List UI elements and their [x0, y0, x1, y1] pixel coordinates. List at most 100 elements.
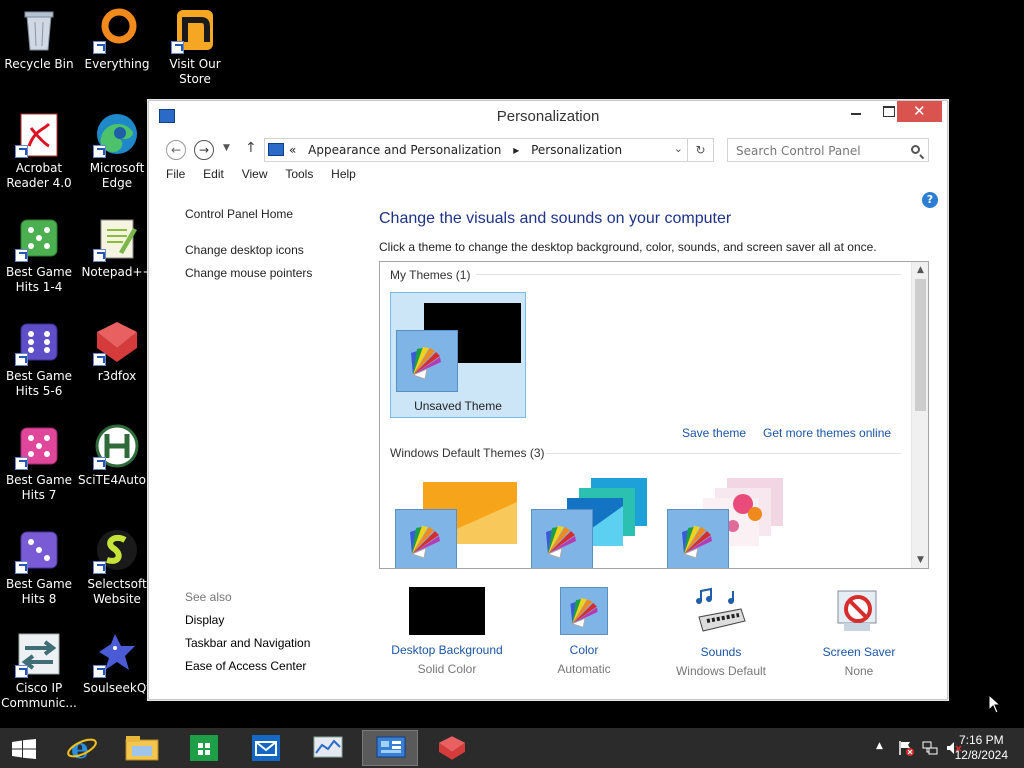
unsaved-theme-tile[interactable]: Unsaved Theme: [390, 292, 526, 418]
theme-list-scrollbar[interactable]: ▲ ▼: [911, 262, 928, 568]
section-divider: [546, 453, 901, 454]
desktop-icon-soulseekqt[interactable]: SoulseekQt: [78, 630, 156, 696]
taskbar-mail[interactable]: [238, 730, 294, 766]
taskbar-file-explorer[interactable]: [114, 730, 170, 766]
desktop-icon-best-game-hits-5-6[interactable]: Best Game Hits 5-6: [0, 318, 78, 399]
control-panel-home-link[interactable]: Control Panel Home: [185, 203, 312, 226]
soulseek-bird-icon: [93, 630, 141, 678]
color-palette-icon: [531, 509, 593, 568]
refresh-icon[interactable]: ↻: [687, 139, 713, 161]
screen-saver-link[interactable]: Screen Saver: [794, 645, 924, 659]
flowers-theme-tile[interactable]: [662, 474, 792, 568]
taskbar-navigation-link[interactable]: Taskbar and Navigation: [185, 632, 310, 655]
desktop-icon-cisco-ip[interactable]: Cisco IP Communic...: [0, 630, 78, 711]
sounds-link[interactable]: Sounds: [656, 645, 786, 659]
desktop-icon-recycle-bin[interactable]: Recycle Bin: [0, 6, 78, 72]
desktop-icon-best-game-hits-1-4[interactable]: Best Game Hits 1-4: [0, 214, 78, 295]
address-dropdown-chevron-icon[interactable]: ⌄: [674, 142, 683, 155]
desktop-icon-selectsoft[interactable]: Selectsoft Website: [78, 526, 156, 607]
menu-bar: File Edit View Tools Help: [166, 167, 370, 189]
help-icon[interactable]: ?: [922, 192, 938, 208]
breadcrumb-separator-icon[interactable]: ▸: [513, 143, 519, 157]
scroll-down-icon[interactable]: ▼: [912, 552, 928, 568]
color-palette-icon: [560, 587, 608, 635]
desktop-icon-acrobat[interactable]: Acrobat Reader 4.0: [0, 110, 78, 191]
clock[interactable]: 7:16 PM 12/8/2024: [955, 733, 1008, 763]
taskbar-store[interactable]: [176, 730, 232, 766]
back-arrow-icon: ←: [170, 143, 182, 157]
pink-dice-icon: [15, 422, 63, 470]
theme-list: My Themes (1) Unsaved Theme Save theme G…: [379, 261, 929, 569]
desktop-icon-notepad-plus-plus[interactable]: Notepad++: [78, 214, 156, 280]
search-icon[interactable]: [911, 145, 920, 154]
close-icon: ✕: [913, 102, 926, 120]
menu-tools[interactable]: Tools: [285, 167, 313, 181]
green-dice-icon: [15, 214, 63, 262]
breadcrumb-personalization[interactable]: Personalization: [531, 143, 622, 157]
change-desktop-icons-link[interactable]: Change desktop icons: [185, 239, 312, 262]
shortcut-arrow-icon: [93, 249, 106, 262]
breadcrumb-overflow[interactable]: «: [289, 143, 296, 157]
back-button[interactable]: ←: [166, 140, 186, 160]
ease-of-access-link[interactable]: Ease of Access Center: [185, 655, 310, 678]
breadcrumb-appearance[interactable]: Appearance and Personalization: [308, 143, 501, 157]
title-bar[interactable]: Personalization ✕: [149, 101, 947, 131]
performance-chart-icon: [313, 736, 343, 758]
windows-theme-tile[interactable]: [390, 474, 520, 568]
minimize-button[interactable]: [841, 101, 873, 122]
search-box[interactable]: Search Control Panel: [727, 138, 929, 162]
desktop-icon-r3dfox[interactable]: r3dfox: [78, 318, 156, 384]
desktop-background-link[interactable]: Desktop Background: [382, 643, 512, 657]
desktop-icon-label: Best Game Hits 7: [5, 473, 73, 502]
scroll-up-icon[interactable]: ▲: [912, 262, 928, 278]
recent-pages-chevron-icon[interactable]: ▼: [223, 143, 230, 153]
desktop-icon-best-game-hits-8[interactable]: Best Game Hits 8: [0, 526, 78, 607]
menu-help[interactable]: Help: [331, 167, 356, 181]
color-value: Automatic: [557, 662, 611, 676]
taskbar-control-panel[interactable]: [362, 730, 418, 766]
start-button[interactable]: [0, 730, 48, 766]
screen-saver-setting[interactable]: Screen Saver None: [794, 587, 924, 678]
purple-dice-icon: [15, 526, 63, 574]
menu-edit[interactable]: Edit: [203, 167, 224, 181]
scrollbar-thumb[interactable]: [915, 279, 926, 411]
up-arrow-icon[interactable]: ↑: [245, 140, 257, 156]
sounds-icon: [693, 587, 749, 637]
address-bar[interactable]: « Appearance and Personalization ▸ Perso…: [264, 138, 714, 162]
desktop-icon-everything[interactable]: Everything: [78, 6, 156, 72]
desktop-icon-microsoft-edge[interactable]: Microsoft Edge: [78, 110, 156, 191]
shortcut-arrow-icon: [15, 353, 28, 366]
search-input[interactable]: Search Control Panel: [736, 144, 861, 158]
change-mouse-pointers-link[interactable]: Change mouse pointers: [185, 262, 312, 285]
network-icon[interactable]: [922, 740, 938, 756]
menu-view[interactable]: View: [242, 167, 268, 181]
taskbar-r3dfox[interactable]: [424, 730, 480, 766]
forward-button[interactable]: →: [194, 140, 214, 160]
taskbar: e ▲ 7:16 PM 12/8/2024: [0, 728, 1024, 768]
desktop-icon-best-game-hits-7[interactable]: Best Game Hits 7: [0, 422, 78, 503]
get-more-themes-link[interactable]: Get more themes online: [763, 426, 891, 440]
desktop-background-preview: [409, 587, 485, 635]
shortcut-arrow-icon: [93, 41, 106, 54]
shortcut-arrow-icon: [171, 41, 184, 54]
action-center-flag-icon[interactable]: [898, 740, 914, 756]
color-setting[interactable]: Color Automatic: [519, 587, 649, 676]
earth-theme-tile[interactable]: [526, 474, 656, 568]
sounds-setting[interactable]: Sounds Windows Default: [656, 587, 786, 678]
taskbar-performance-monitor[interactable]: [300, 730, 356, 766]
shortcut-arrow-icon: [93, 665, 106, 678]
menu-file[interactable]: File: [166, 167, 185, 181]
desktop-background-setting[interactable]: Desktop Background Solid Color: [382, 587, 512, 676]
save-theme-link[interactable]: Save theme: [682, 426, 746, 440]
taskbar-internet-explorer[interactable]: e: [54, 730, 110, 766]
color-link[interactable]: Color: [519, 643, 649, 657]
screen-saver-value: None: [844, 664, 874, 678]
desktop-icon-scite4autoit[interactable]: SciTE4Auto...: [78, 422, 157, 488]
desktop-icon-label: Visit Our Store: [169, 57, 221, 86]
display-link[interactable]: Display: [185, 609, 310, 632]
navigation-bar: ← → ▼ ↑ « Appearance and Personalization…: [149, 136, 947, 162]
show-hidden-icons-chevron-icon[interactable]: ▲: [876, 741, 883, 751]
desktop-icon-visit-our-store[interactable]: Visit Our Store: [156, 6, 234, 87]
mouse-cursor-icon: [988, 694, 1002, 714]
close-button[interactable]: ✕: [897, 101, 942, 122]
